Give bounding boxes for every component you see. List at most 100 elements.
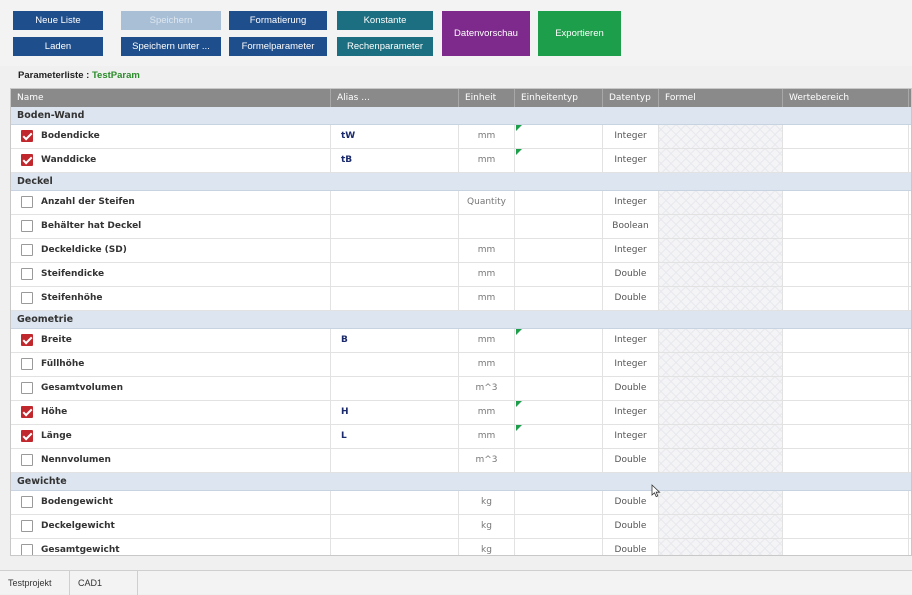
column-header-formula[interactable]: Formel xyxy=(659,89,783,107)
column-header-value-range[interactable]: Wertebereich xyxy=(783,89,909,107)
value-range-cell[interactable] xyxy=(783,239,909,262)
parameter-name-cell[interactable]: Länge xyxy=(11,425,331,448)
parameter-name-cell[interactable]: Deckelgewicht xyxy=(11,515,331,538)
unit-type-cell[interactable] xyxy=(515,263,603,286)
formula-cell[interactable] xyxy=(659,329,783,352)
group-header[interactable]: Deckel xyxy=(11,173,911,191)
alias-cell[interactable]: B xyxy=(331,329,459,352)
formula-parameter-button[interactable]: Formelparameter xyxy=(229,37,327,56)
value-range-cell[interactable] xyxy=(783,215,909,238)
table-row[interactable]: Deckelgewicht kg Double xyxy=(11,515,911,539)
unit-type-cell[interactable] xyxy=(515,539,603,555)
formula-cell[interactable] xyxy=(659,215,783,238)
data-type-cell[interactable]: Double xyxy=(603,287,659,310)
save-as-button[interactable]: Speichern unter ... xyxy=(121,37,221,56)
unit-cell[interactable]: mm xyxy=(459,125,515,148)
parameter-name-cell[interactable]: Breite xyxy=(11,329,331,352)
alias-cell[interactable] xyxy=(331,263,459,286)
formula-cell[interactable] xyxy=(659,149,783,172)
unit-cell[interactable]: m^3 xyxy=(459,377,515,400)
export-button[interactable]: Exportieren xyxy=(538,11,621,56)
value-range-cell[interactable] xyxy=(783,425,909,448)
unit-type-cell[interactable] xyxy=(515,425,603,448)
alias-cell[interactable] xyxy=(331,215,459,238)
unit-cell[interactable]: kg xyxy=(459,539,515,555)
value-range-cell[interactable] xyxy=(783,539,909,555)
column-header-unit[interactable]: Einheit xyxy=(459,89,515,107)
formula-cell[interactable] xyxy=(659,515,783,538)
alias-cell[interactable]: tB xyxy=(331,149,459,172)
column-header-data-type[interactable]: Datentyp xyxy=(603,89,659,107)
table-row[interactable]: Breite Bmm Integer xyxy=(11,329,911,353)
data-type-cell[interactable]: Integer xyxy=(603,239,659,262)
value-range-cell[interactable] xyxy=(783,449,909,472)
formula-cell[interactable] xyxy=(659,449,783,472)
unit-cell[interactable]: mm xyxy=(459,287,515,310)
formula-cell[interactable] xyxy=(659,539,783,555)
value-range-cell[interactable] xyxy=(783,401,909,424)
data-preview-button[interactable]: Datenvorschau xyxy=(442,11,530,56)
data-type-cell[interactable]: Double xyxy=(603,515,659,538)
table-row[interactable]: Bodendicke tW mm Integer xyxy=(11,125,911,149)
table-row[interactable]: Füllhöhe mm Integer xyxy=(11,353,911,377)
parameter-name-cell[interactable]: Deckeldicke (SD) xyxy=(11,239,331,262)
alias-cell[interactable] xyxy=(331,287,459,310)
value-range-cell[interactable] xyxy=(783,515,909,538)
parameter-name-cell[interactable]: Füllhöhe xyxy=(11,353,331,376)
unit-cell[interactable]: mm xyxy=(459,263,515,286)
formula-cell[interactable] xyxy=(659,353,783,376)
parameter-name-cell[interactable]: Nennvolumen xyxy=(11,449,331,472)
unit-cell[interactable]: mm xyxy=(459,239,515,262)
table-row[interactable]: Höhe Hmm Integer xyxy=(11,401,911,425)
unit-type-cell[interactable] xyxy=(515,515,603,538)
unit-type-cell[interactable] xyxy=(515,353,603,376)
formula-cell[interactable] xyxy=(659,401,783,424)
alias-cell[interactable] xyxy=(331,491,459,514)
data-type-cell[interactable]: Boolean xyxy=(603,215,659,238)
unit-cell[interactable]: mm xyxy=(459,401,515,424)
alias-cell[interactable] xyxy=(331,539,459,555)
alias-cell[interactable]: tW xyxy=(331,125,459,148)
formula-cell[interactable] xyxy=(659,239,783,262)
unit-type-cell[interactable] xyxy=(515,215,603,238)
unit-cell[interactable]: mm xyxy=(459,329,515,352)
data-type-cell[interactable]: Integer xyxy=(603,329,659,352)
formula-cell[interactable] xyxy=(659,125,783,148)
table-row[interactable]: Steifenhöhe mm Double xyxy=(11,287,911,311)
table-row[interactable]: Behälter hat Deckel Boolean xyxy=(11,215,911,239)
tab-cad1[interactable]: CAD1 xyxy=(70,571,138,595)
unit-cell[interactable]: Quantity xyxy=(459,191,515,214)
column-header-unit-type[interactable]: Einheitentyp xyxy=(515,89,603,107)
value-range-cell[interactable] xyxy=(783,329,909,352)
formula-cell[interactable] xyxy=(659,263,783,286)
unit-type-cell[interactable] xyxy=(515,329,603,352)
table-row[interactable]: Wanddicke tB mm Integer xyxy=(11,149,911,173)
unit-type-cell[interactable] xyxy=(515,239,603,262)
formula-cell[interactable] xyxy=(659,425,783,448)
tab-testprojekt[interactable]: Testprojekt xyxy=(0,571,70,595)
group-header[interactable]: Geometrie xyxy=(11,311,911,329)
data-type-cell[interactable]: Double xyxy=(603,377,659,400)
table-row[interactable]: Anzahl der Steifen Quantity Integer xyxy=(11,191,911,215)
value-range-cell[interactable] xyxy=(783,125,909,148)
unit-cell[interactable]: mm xyxy=(459,425,515,448)
parameter-name-cell[interactable]: Wanddicke xyxy=(11,149,331,172)
unit-cell[interactable]: mm xyxy=(459,149,515,172)
data-type-cell[interactable]: Integer xyxy=(603,191,659,214)
parameter-name-cell[interactable]: Anzahl der Steifen xyxy=(11,191,331,214)
table-row[interactable]: Deckeldicke (SD) mm Integer xyxy=(11,239,911,263)
data-type-cell[interactable]: Integer xyxy=(603,401,659,424)
data-type-cell[interactable]: Integer xyxy=(603,353,659,376)
parameter-name-cell[interactable]: Gesamtvolumen xyxy=(11,377,331,400)
alias-cell[interactable] xyxy=(331,449,459,472)
value-range-cell[interactable] xyxy=(783,353,909,376)
parameter-name-cell[interactable]: Steifendicke xyxy=(11,263,331,286)
table-row[interactable]: Nennvolumen m^3 Double xyxy=(11,449,911,473)
column-header-alias[interactable]: Alias ... xyxy=(331,89,459,107)
parameter-name-cell[interactable]: Steifenhöhe xyxy=(11,287,331,310)
table-row[interactable]: Steifendicke mm Double xyxy=(11,263,911,287)
value-range-cell[interactable] xyxy=(783,287,909,310)
load-button[interactable]: Laden xyxy=(13,37,103,56)
data-type-cell[interactable]: Double xyxy=(603,263,659,286)
parameter-name-cell[interactable]: Bodendicke xyxy=(11,125,331,148)
